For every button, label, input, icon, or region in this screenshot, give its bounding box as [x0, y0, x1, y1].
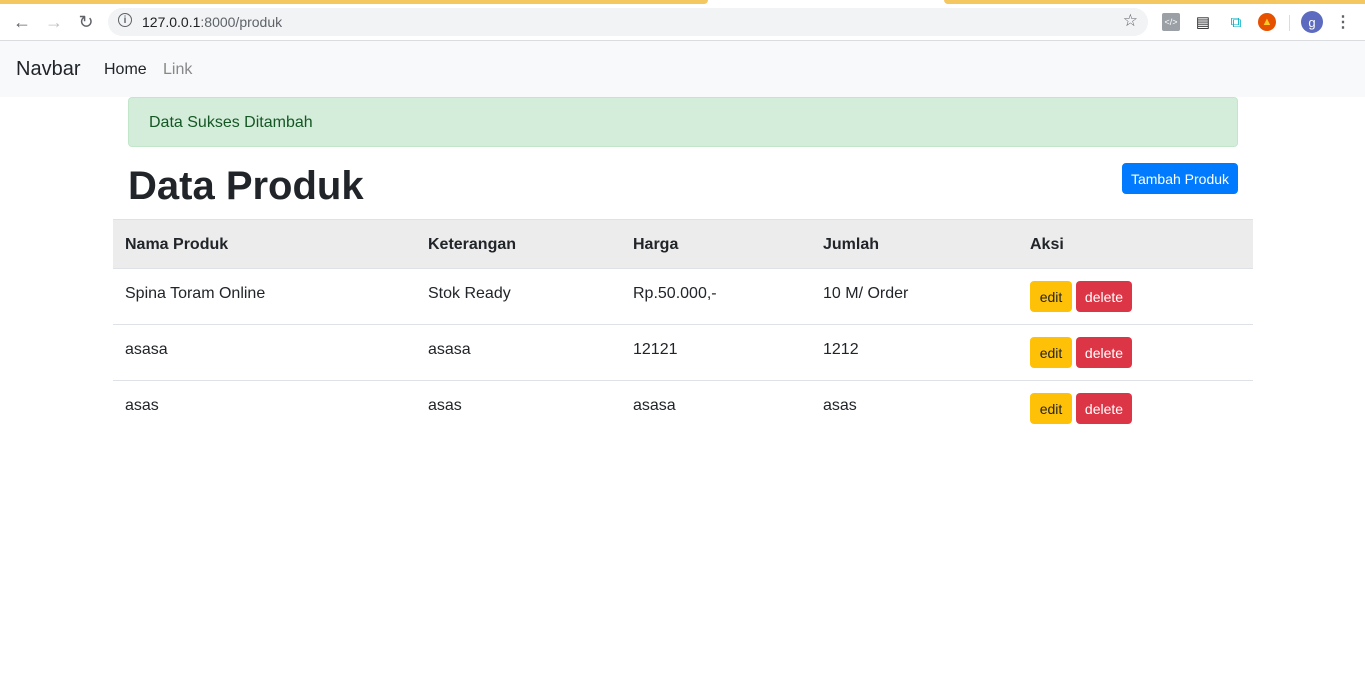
- nav-link[interactable]: Link: [163, 61, 192, 79]
- reload-icon[interactable]: ↻: [74, 10, 98, 34]
- cell-jumlah: 1212: [823, 341, 859, 358]
- cell-keterangan: asasa: [428, 341, 471, 358]
- delete-button[interactable]: delete: [1076, 281, 1132, 312]
- delete-button[interactable]: delete: [1076, 337, 1132, 368]
- header-nama-produk: Nama Produk: [125, 236, 229, 253]
- edit-button[interactable]: edit: [1030, 393, 1072, 424]
- table-header: Nama Produk Keterangan Harga Jumlah Aksi: [113, 219, 1253, 269]
- cell-keterangan: Stok Ready: [428, 285, 511, 302]
- address-bar[interactable]: i 127.0.0.1:8000/produk ☆: [108, 8, 1148, 36]
- page-title: Data Produk: [128, 164, 364, 208]
- bookmark-star-icon[interactable]: ☆: [1123, 11, 1138, 31]
- header-jumlah: Jumlah: [823, 236, 880, 253]
- header-keterangan: Keterangan: [428, 236, 517, 253]
- table-row: asasa asasa 12121 1212 edit delete: [113, 325, 1253, 381]
- forward-arrow-icon[interactable]: →: [42, 10, 66, 34]
- success-alert: Data Sukses Ditambah: [128, 97, 1238, 147]
- address-url[interactable]: 127.0.0.1:8000/produk: [142, 14, 282, 30]
- header-aksi: Aksi: [1030, 236, 1064, 253]
- cell-nama: asas: [125, 397, 159, 414]
- cell-nama: Spina Toram Online: [125, 285, 266, 302]
- browser-menu-icon[interactable]: ⋮: [1335, 11, 1351, 33]
- table-row: Spina Toram Online Stok Ready Rp.50.000,…: [113, 269, 1253, 325]
- translate-extension-icon[interactable]: ⧉: [1227, 13, 1245, 31]
- delete-button[interactable]: delete: [1076, 393, 1132, 424]
- cell-jumlah: 10 M/ Order: [823, 285, 909, 302]
- toolbar-divider: [1289, 15, 1290, 31]
- product-table: Nama Produk Keterangan Harga Jumlah Aksi…: [113, 219, 1253, 437]
- cell-nama: asasa: [125, 341, 168, 358]
- alert-message: Data Sukses Ditambah: [149, 114, 313, 131]
- site-info-icon[interactable]: i: [118, 13, 132, 27]
- cell-harga: asasa: [633, 397, 676, 414]
- document-extension-icon[interactable]: ▤: [1194, 13, 1212, 31]
- url-host: 127.0.0.1: [142, 14, 201, 30]
- edit-button[interactable]: edit: [1030, 337, 1072, 368]
- header-harga: Harga: [633, 236, 679, 253]
- nav-home-link[interactable]: Home: [104, 61, 147, 79]
- fire-extension-icon[interactable]: ▲: [1258, 13, 1276, 31]
- back-arrow-icon[interactable]: ←: [10, 10, 34, 34]
- profile-avatar[interactable]: g: [1301, 11, 1323, 33]
- code-extension-icon[interactable]: </>: [1162, 13, 1180, 31]
- edit-button[interactable]: edit: [1030, 281, 1072, 312]
- cell-keterangan: asas: [428, 397, 462, 414]
- site-navbar: Navbar Home Link: [0, 41, 1365, 97]
- table-row: asas asas asasa asas edit delete: [113, 381, 1253, 437]
- cell-jumlah: asas: [823, 397, 857, 414]
- url-path: :8000/produk: [200, 14, 283, 30]
- browser-toolbar: ← → ↻ i 127.0.0.1:8000/produk ☆ </> ▤ ⧉ …: [0, 4, 1365, 41]
- cell-harga: Rp.50.000,-: [633, 285, 717, 302]
- add-product-button[interactable]: Tambah Produk: [1122, 163, 1238, 194]
- navbar-brand[interactable]: Navbar: [16, 58, 80, 81]
- cell-harga: 12121: [633, 341, 678, 358]
